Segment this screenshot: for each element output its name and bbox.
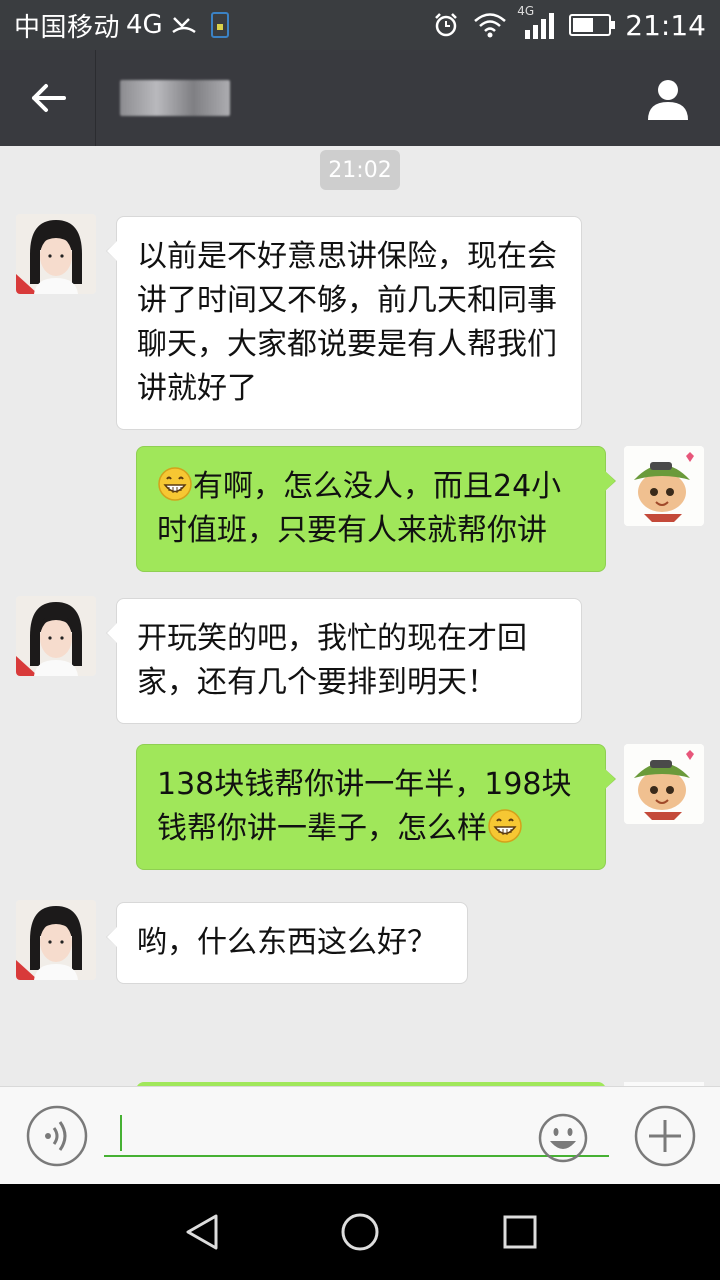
voice-icon[interactable] (26, 1105, 88, 1167)
plus-icon[interactable] (634, 1105, 696, 1167)
square-recent-icon[interactable] (502, 1214, 538, 1250)
wifi-icon (474, 13, 507, 38)
arrow-left-icon (31, 84, 66, 112)
message-input[interactable] (104, 1109, 609, 1157)
message-text: 有啊，怎么没人，而且24小时值班，只要有人来就帮你讲 (157, 469, 562, 548)
received-message[interactable]: 哟，什么东西这么好？ (106, 902, 468, 984)
missed-call-icon (171, 17, 196, 34)
message-text: 哟，什么东西这么好？ (137, 925, 437, 960)
system-nav-bar (0, 1184, 720, 1280)
girl-avatar-image (16, 900, 96, 980)
alarm-icon (435, 13, 458, 37)
contact-avatar[interactable] (16, 596, 96, 676)
grin-emoji-icon (158, 467, 192, 501)
message-list[interactable]: 21:02 以前是不好意思讲保险，现在会讲了时间又不够，前几天和同事聊天，大家都… (0, 146, 720, 1094)
carrier-label: 中国移动 (14, 12, 121, 43)
chat-title-bar (0, 50, 720, 146)
contact-info-button[interactable] (646, 78, 690, 120)
sent-message[interactable]: 有啊，怎么没人，而且24小时值班，只要有人来就帮你讲 (136, 446, 616, 572)
circle-home-icon[interactable] (340, 1212, 380, 1252)
signal-icon (525, 13, 555, 39)
message-text: 以前是不好意思讲保险，现在会讲了时间又不够，前几天和同事聊天，大家都说要是有人帮… (137, 239, 557, 406)
sim-icon (210, 12, 229, 38)
my-avatar[interactable] (624, 446, 704, 526)
grin-emoji-icon (488, 809, 522, 843)
smiley-icon[interactable] (538, 1113, 588, 1163)
my-avatar[interactable] (624, 744, 704, 824)
teemo-avatar-image (624, 744, 704, 824)
contact-avatar[interactable] (16, 900, 96, 980)
signal-indicator: 4G (517, 4, 555, 40)
girl-avatar-image (16, 214, 96, 294)
battery-icon (569, 14, 616, 36)
time-divider: 21:02 (320, 150, 400, 190)
teemo-avatar-image (624, 446, 704, 526)
blurred-contact-name (120, 80, 230, 116)
received-message[interactable]: 以前是不好意思讲保险，现在会讲了时间又不够，前几天和同事聊天，大家都说要是有人帮… (106, 216, 582, 430)
back-button[interactable] (0, 50, 96, 146)
input-bar (0, 1086, 720, 1184)
triangle-back-icon[interactable] (182, 1212, 222, 1252)
sent-message[interactable]: 138块钱帮你讲一年半，198块钱帮你讲一辈子，怎么样 (136, 744, 616, 870)
wechat-chat-screen: 中国移动 4G 4G 21:14 21:02 以前是不好意思讲保险，现在会讲了时… (0, 0, 720, 1280)
clock: 21:14 (625, 8, 706, 42)
text-caret (120, 1115, 122, 1151)
network-label: 4G (126, 10, 163, 40)
status-bar: 中国移动 4G 4G 21:14 (0, 0, 720, 50)
message-text: 开玩笑的吧，我忙的现在才回家，还有几个要排到明天！ (137, 621, 527, 700)
contact-avatar[interactable] (16, 214, 96, 294)
received-message[interactable]: 开玩笑的吧，我忙的现在才回家，还有几个要排到明天！ (106, 598, 582, 724)
girl-avatar-image (16, 596, 96, 676)
